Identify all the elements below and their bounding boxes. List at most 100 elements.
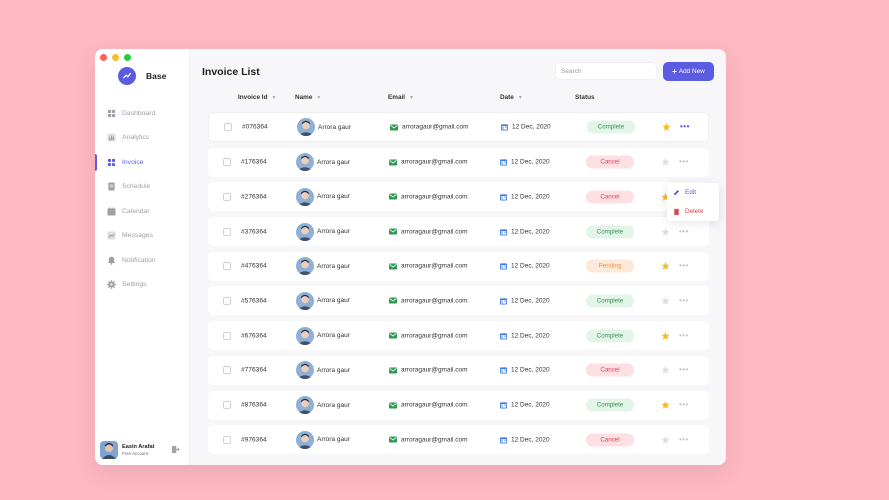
star-icon[interactable] [661,435,670,444]
sidebar-item-schedule[interactable]: Schedule [95,175,190,200]
brand[interactable]: Base [118,67,166,85]
customer-email: arroragaur@gmail.com [401,436,468,444]
customer-name: Arrora gaur [317,436,350,444]
row-checkbox[interactable] [223,401,231,409]
more-options-icon[interactable]: ••• [679,331,689,340]
table-row[interactable]: #376364 Arrora gaur arroragaur@gmail.com 12… [208,217,709,247]
customer-cell: Arrora gaur [296,396,350,414]
row-checkbox[interactable] [223,296,231,305]
row-checkbox[interactable] [223,435,231,444]
calendar-icon [500,228,507,236]
sidebar-item-messages[interactable]: Messages [95,224,190,249]
sidebar-item-calendar[interactable]: Calendar [95,199,190,224]
sidebar-item-invoice[interactable]: Invoice [95,150,190,175]
sidebar-item-label: Settings [122,281,147,289]
add-new-button[interactable]: + Add New [663,62,714,81]
star-icon[interactable] [661,227,670,236]
customer-cell: Arrora gaur [296,222,350,241]
table-row[interactable]: #276364 Arrora gaur arroragaur@gmail.com 12… [208,182,709,212]
invoice-id: #776364 [241,366,267,374]
customer-email: arroragaur@gmail.com [401,297,468,305]
star-icon[interactable] [661,400,670,410]
more-options-icon[interactable]: ••• [679,401,689,409]
row-checkbox[interactable] [223,262,231,271]
row-checkbox[interactable] [223,192,231,201]
calendar-icon [500,333,507,340]
invoice-date: 12 Dec, 2020 [511,158,550,166]
email-cell: arroragaur@gmail.com [389,297,468,304]
maximize-window-button[interactable] [124,54,131,61]
email-icon [389,436,397,443]
column-header-date[interactable]: Date ▼ [500,94,523,101]
search-input[interactable] [555,62,657,80]
table-row[interactable]: #776364 Arrora gaur arroragaur@gmail.com 12… [208,355,709,385]
star-icon[interactable] [661,262,670,271]
more-options-icon[interactable]: ••• [679,158,689,166]
star-icon[interactable] [661,366,670,375]
table-row[interactable]: #076364 Arrora gaur arroragaur@gmail.com 12… [208,112,709,142]
invoice-id: #976364 [241,436,267,444]
email-cell: arroragaur@gmail.com [389,367,468,374]
close-window-button[interactable] [100,54,107,61]
status-badge: Complete [586,398,634,412]
star-icon[interactable] [661,331,670,340]
row-checkbox[interactable] [223,227,231,236]
invoice-id: #176364 [241,158,267,166]
sort-icon: ▼ [316,94,322,101]
delete-menu-item[interactable]: Delete [667,202,719,221]
page-title: Invoice List [202,66,260,78]
more-options-icon[interactable]: ••• [679,227,689,236]
more-options-icon[interactable]: ••• [679,366,689,374]
sidebar-item-label: Calendar [122,207,150,215]
sidebar-item-analytics[interactable]: Analytics [95,126,190,151]
row-checkbox[interactable] [224,123,232,131]
column-header-invoice-id[interactable]: Invoice Id ▼ [238,94,276,101]
star-icon[interactable] [662,122,671,132]
customer-email: arroragaur@gmail.com [402,123,469,131]
date-cell: 12 Dec, 2020 [500,402,550,409]
edit-menu-item[interactable]: Edit [667,183,719,202]
sidebar-item-notification[interactable]: Notification [95,248,190,273]
plus-icon: + [672,66,677,76]
sidebar-item-label: Analytics [122,134,150,142]
status-badge: Cancel [586,363,634,377]
table-row[interactable]: #676364 Arrora gaur arroragaur@gmail.com 12… [208,321,709,351]
row-checkbox[interactable] [223,158,231,167]
email-cell: arroragaur@gmail.com [390,124,469,131]
email-cell: arroragaur@gmail.com [389,193,468,200]
more-options-icon[interactable]: ••• [679,435,689,444]
table-row[interactable]: #176364 Arrora gaur arroragaur@gmail.com 12… [208,147,709,177]
logout-icon[interactable] [171,445,180,454]
more-options-icon[interactable]: ••• [680,123,690,131]
window-controls [100,54,131,61]
brand-name: Base [146,71,167,81]
star-icon[interactable] [661,158,670,167]
avatar [296,153,314,172]
calendar-icon [501,124,508,131]
column-header-email[interactable]: Email ▼ [388,94,414,101]
messages-icon [107,231,116,240]
sidebar-item-dashboard[interactable]: Dashboard [95,101,190,126]
status-badge: Complete [587,120,635,134]
column-header-name[interactable]: Name ▼ [295,94,321,101]
row-checkbox[interactable] [223,366,231,375]
star-icon[interactable] [661,296,670,305]
row-actions-menu: Edit Delete [667,183,719,221]
table-row[interactable]: #876364 Arrora gaur arroragaur@gmail.com 12… [208,390,709,420]
status-badge: Pending [586,259,634,273]
table-row[interactable]: #476364 Arrora gaur arroragaur@gmail.com 12… [208,251,709,281]
customer-email: arroragaur@gmail.com [401,332,468,340]
date-cell: 12 Dec, 2020 [500,263,550,270]
user-profile[interactable]: Easin Arafat Free Account [100,441,185,459]
email-icon [389,263,397,270]
invoice-id: #576364 [241,297,267,305]
more-options-icon[interactable]: ••• [679,262,689,270]
table-row[interactable]: #976364 Arrora gaur arroragaur@gmail.com 12… [208,425,709,455]
more-options-icon[interactable]: ••• [679,296,689,305]
table-row[interactable]: #576364 Arrora gaur arroragaur@gmail.com 12… [208,286,709,316]
minimize-window-button[interactable] [112,54,119,61]
customer-email: arroragaur@gmail.com [401,262,468,270]
customer-email: arroragaur@gmail.com [401,366,468,374]
row-checkbox[interactable] [223,331,231,340]
sidebar-item-settings[interactable]: Settings [95,273,190,298]
